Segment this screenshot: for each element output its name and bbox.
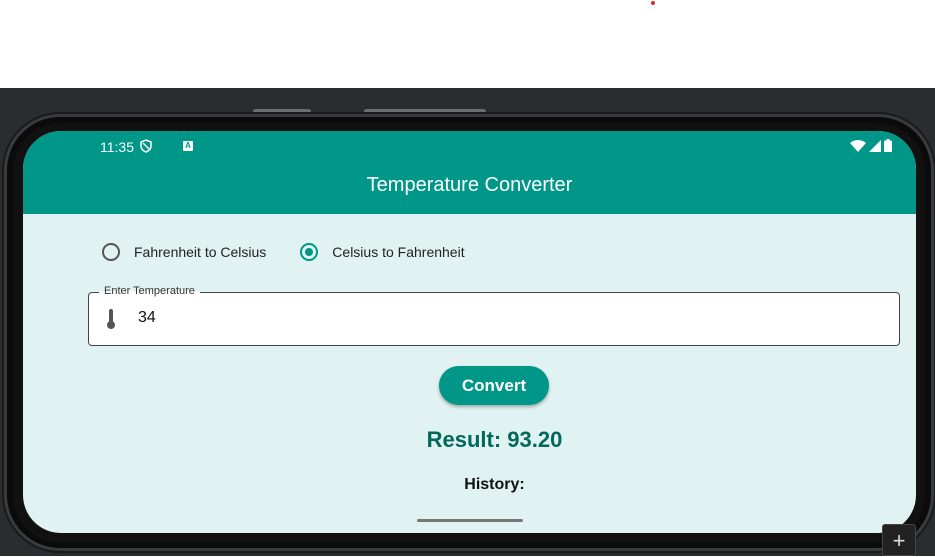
- status-time: 11:35: [100, 139, 134, 155]
- result-text: Result: 93.20: [426, 427, 563, 452]
- app-title: Temperature Converter: [366, 174, 573, 196]
- convert-button[interactable]: Convert: [439, 366, 549, 405]
- temperature-input-field[interactable]: Enter Temperature: [88, 285, 900, 346]
- radio-button-checked[interactable]: [300, 243, 319, 261]
- battery-icon: [884, 139, 892, 152]
- gesture-navigation-bar[interactable]: [417, 519, 523, 522]
- recording-indicator: [651, 1, 655, 5]
- history-heading: History:: [464, 476, 525, 493]
- emulator-top-area: [0, 0, 935, 88]
- wifi-icon: [850, 139, 866, 152]
- thermometer-icon: [107, 309, 115, 329]
- status-icons: [850, 139, 892, 152]
- temperature-input[interactable]: [138, 309, 858, 327]
- device-screen: 11:35 A Temperature Converter Fahrenheit…: [23, 131, 916, 533]
- radio-label: Celsius to Fahrenheit: [332, 244, 465, 260]
- signal-icon: [869, 139, 881, 152]
- temperature-input-label: Enter Temperature: [99, 285, 200, 297]
- a-notification-icon: A: [183, 141, 193, 151]
- radio-label: Fahrenheit to Celsius: [134, 244, 267, 260]
- plus-icon[interactable]: +: [882, 524, 916, 556]
- radio-fahrenheit-to-celsius[interactable]: Fahrenheit to Celsius: [102, 243, 266, 261]
- conversion-options: Fahrenheit to Celsius Celsius to Fahrenh…: [102, 243, 499, 261]
- radio-celsius-to-fahrenheit[interactable]: Celsius to Fahrenheit: [300, 243, 465, 261]
- radio-button-unchecked[interactable]: [102, 243, 120, 261]
- app-bar: 11:35 A Temperature Converter: [23, 131, 916, 214]
- shield-icon: [140, 139, 152, 153]
